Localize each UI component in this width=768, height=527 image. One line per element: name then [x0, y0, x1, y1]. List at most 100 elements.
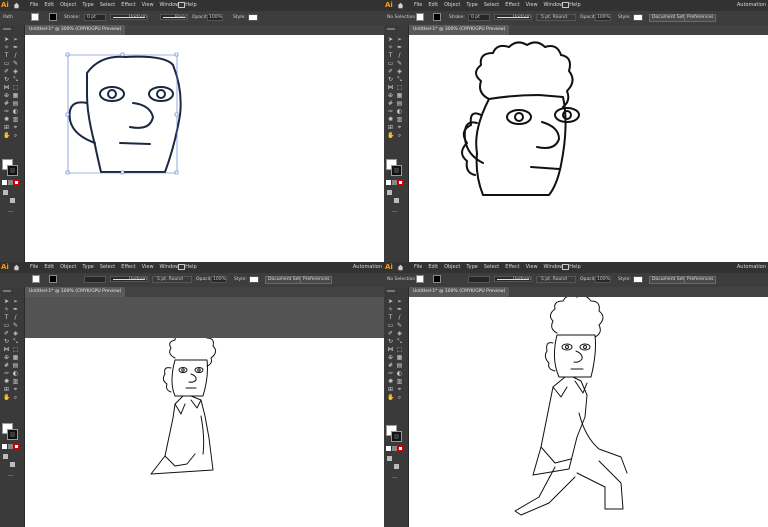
- artboard-canvas[interactable]: [409, 35, 768, 262]
- artboard-canvas[interactable]: [25, 338, 384, 527]
- zoom-tool-icon[interactable]: ⌕: [12, 394, 19, 401]
- paintbrush-tool-icon[interactable]: ✎: [12, 60, 19, 67]
- line-tool-icon[interactable]: /: [396, 314, 403, 321]
- blend-tool-icon[interactable]: ◐: [12, 108, 19, 115]
- eraser-tool-icon[interactable]: ◈: [396, 68, 403, 75]
- gradient-tool-icon[interactable]: ▤: [396, 362, 403, 369]
- document-tab[interactable]: Untitled-1* @ 100% (CMYK/GPU Preview): [409, 287, 510, 297]
- zoom-tool-icon[interactable]: ⌕: [396, 394, 403, 401]
- preferences-button[interactable]: Preferences: [300, 276, 333, 284]
- stroke-swatch[interactable]: [49, 275, 57, 283]
- menu-file[interactable]: File: [30, 264, 38, 270]
- blend-tool-icon[interactable]: ◐: [396, 370, 403, 377]
- none-mode-icon[interactable]: [14, 180, 19, 185]
- stroke-weight-field[interactable]: [468, 276, 490, 283]
- menu-file[interactable]: File: [414, 2, 422, 8]
- perspective-grid-tool-icon[interactable]: ▦: [396, 354, 403, 361]
- artwork[interactable]: [25, 338, 384, 527]
- brush-definition[interactable]: 5 pt. Round: [152, 276, 192, 283]
- scale-tool-icon[interactable]: ⤡: [12, 338, 19, 345]
- type-tool-icon[interactable]: T: [3, 52, 10, 59]
- free-transform-tool-icon[interactable]: ⬚: [396, 346, 403, 353]
- perspective-grid-tool-icon[interactable]: ▦: [12, 354, 19, 361]
- gradient-mode-icon[interactable]: [8, 180, 13, 185]
- slice-tool-icon[interactable]: ⌖: [12, 386, 19, 393]
- menu-type[interactable]: Type: [82, 264, 93, 270]
- stroke-swatch[interactable]: [49, 13, 57, 21]
- column-graph-tool-icon[interactable]: ▥: [12, 116, 19, 123]
- none-mode-icon[interactable]: [398, 180, 403, 185]
- width-tool-icon[interactable]: ⋈: [387, 346, 394, 353]
- document-tab[interactable]: Untitled-1* @ 100% (CMYK/GPU Preview): [25, 287, 126, 297]
- color-mode-icon[interactable]: [386, 446, 391, 451]
- menu-select[interactable]: Select: [100, 264, 115, 270]
- eyedropper-tool-icon[interactable]: ✑: [3, 108, 10, 115]
- pen-tool-icon[interactable]: ✒: [12, 44, 19, 51]
- grid-icon[interactable]: [178, 2, 185, 8]
- brush-definition[interactable]: Basic: [160, 14, 188, 20]
- stroke-weight-field[interactable]: [84, 276, 106, 283]
- home-icon[interactable]: [13, 264, 20, 271]
- draw-mode-icon[interactable]: [3, 454, 8, 459]
- toolbar-grip[interactable]: [3, 28, 11, 30]
- menu-effect[interactable]: Effect: [505, 2, 519, 8]
- artwork[interactable]: [409, 297, 768, 527]
- magic-wand-tool-icon[interactable]: ✧: [387, 44, 394, 51]
- menu-edit[interactable]: Edit: [428, 2, 438, 8]
- fill-swatch[interactable]: [31, 13, 39, 21]
- magic-wand-tool-icon[interactable]: ✧: [3, 44, 10, 51]
- rotate-tool-icon[interactable]: ↻: [387, 338, 394, 345]
- menu-window[interactable]: Window: [544, 264, 564, 270]
- width-tool-icon[interactable]: ⋈: [3, 346, 10, 353]
- gradient-tool-icon[interactable]: ▤: [12, 362, 19, 369]
- artboard-tool-icon[interactable]: ⊞: [387, 124, 394, 131]
- artboard-canvas[interactable]: [25, 35, 384, 262]
- mesh-tool-icon[interactable]: #: [387, 100, 394, 107]
- shape-builder-tool-icon[interactable]: ⊕: [387, 354, 394, 361]
- style-swatch[interactable]: [248, 14, 258, 21]
- width-tool-icon[interactable]: ⋈: [387, 84, 394, 91]
- slice-tool-icon[interactable]: ⌖: [396, 386, 403, 393]
- toolbar-grip[interactable]: [387, 290, 395, 292]
- more-tools-icon[interactable]: ···: [8, 473, 14, 480]
- color-mode-icon[interactable]: [386, 180, 391, 185]
- menu-view[interactable]: View: [526, 2, 538, 8]
- free-transform-tool-icon[interactable]: ⬚: [12, 346, 19, 353]
- workspace-switcher[interactable]: Automation: [737, 264, 766, 270]
- rectangle-tool-icon[interactable]: ▭: [387, 322, 394, 329]
- gradient-mode-icon[interactable]: [8, 444, 13, 449]
- eraser-tool-icon[interactable]: ◈: [12, 330, 19, 337]
- gradient-mode-icon[interactable]: [392, 446, 397, 451]
- symbol-sprayer-tool-icon[interactable]: ✺: [3, 116, 10, 123]
- draw-mode-icon[interactable]: [387, 190, 392, 195]
- menu-effect[interactable]: Effect: [121, 2, 135, 8]
- opacity-field[interactable]: 100%: [207, 14, 223, 21]
- variable-width-profile[interactable]: Uniform: [110, 276, 148, 282]
- type-tool-icon[interactable]: T: [387, 314, 394, 321]
- document-tab[interactable]: Untitled-1* @ 300% (CMYK/GPU Preview): [409, 25, 510, 35]
- eyedropper-tool-icon[interactable]: ✑: [387, 370, 394, 377]
- line-tool-icon[interactable]: /: [12, 314, 19, 321]
- zoom-tool-icon[interactable]: ⌕: [396, 132, 403, 139]
- column-graph-tool-icon[interactable]: ▥: [396, 116, 403, 123]
- opacity-field[interactable]: 100%: [211, 276, 227, 283]
- pen-tool-icon[interactable]: ✒: [12, 306, 19, 313]
- width-tool-icon[interactable]: ⋈: [3, 84, 10, 91]
- shaper-tool-icon[interactable]: ✐: [387, 330, 394, 337]
- workspace-switcher[interactable]: Automation: [353, 264, 382, 270]
- stroke-swatch[interactable]: [433, 13, 441, 21]
- free-transform-tool-icon[interactable]: ⬚: [396, 84, 403, 91]
- workspace-switcher[interactable]: Automation: [737, 2, 766, 8]
- screen-mode-icon[interactable]: [394, 464, 399, 469]
- menu-select[interactable]: Select: [484, 2, 499, 8]
- direct-selection-tool-icon[interactable]: ➢: [396, 36, 403, 43]
- more-tools-icon[interactable]: ···: [8, 209, 14, 216]
- magic-wand-tool-icon[interactable]: ✧: [3, 306, 10, 313]
- selection-tool-icon[interactable]: ➤: [3, 298, 10, 305]
- screen-mode-icon[interactable]: [394, 198, 399, 203]
- direct-selection-tool-icon[interactable]: ➢: [12, 298, 19, 305]
- menu-object[interactable]: Object: [60, 264, 76, 270]
- home-icon[interactable]: [13, 2, 20, 9]
- rectangle-tool-icon[interactable]: ▭: [3, 60, 10, 67]
- color-mode-icon[interactable]: [2, 444, 7, 449]
